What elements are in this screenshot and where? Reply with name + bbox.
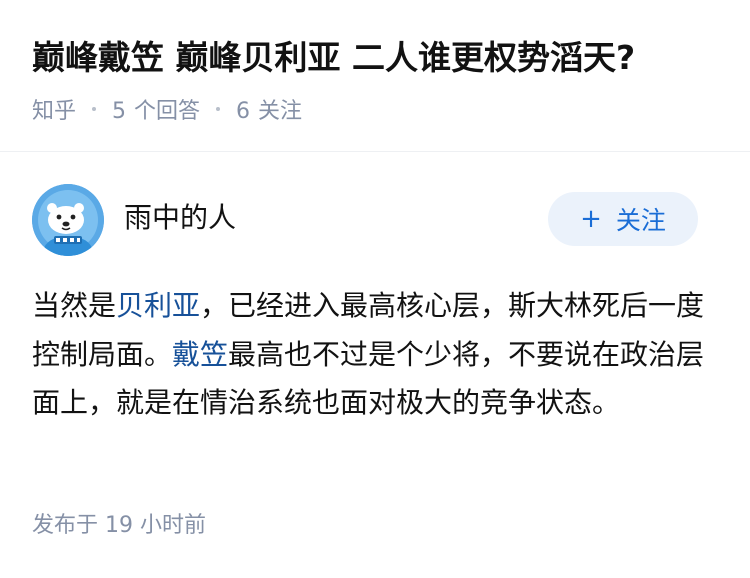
question-title[interactable]: 巅峰戴笠 巅峰贝利亚 二人谁更权势滔天?	[32, 32, 732, 84]
question-header: 巅峰戴笠 巅峰贝利亚 二人谁更权势滔天? 知乎 5 个回答 6 关注	[0, 0, 750, 150]
question-meta: 知乎 5 个回答 6 关注	[32, 92, 302, 126]
follower-count: 6	[236, 99, 251, 124]
follow-button[interactable]: + 关注	[548, 192, 698, 246]
cartoon-bear-avatar-icon	[32, 184, 104, 256]
publish-label: 发布于	[32, 513, 99, 538]
separator-dot	[92, 107, 97, 111]
publish-time-value: 19 小时前	[105, 513, 207, 538]
follower-count-link[interactable]: 6 关注	[236, 93, 302, 125]
follower-count-label: 关注	[258, 99, 303, 124]
author-name[interactable]: 雨中的人	[124, 198, 236, 238]
plus-icon: +	[580, 204, 602, 234]
answer-count: 5	[112, 99, 127, 124]
section-divider	[0, 151, 750, 152]
answer-text-part: 当然是	[32, 289, 117, 322]
separator-dot	[216, 107, 221, 111]
answer-count-link[interactable]: 5 个回答	[112, 93, 200, 125]
publish-time: 发布于 19 小时前	[32, 508, 206, 544]
answer-count-label: 个回答	[134, 99, 201, 124]
follow-button-label: 关注	[615, 206, 666, 235]
answer-content: 当然是贝利亚，已经进入最高核心层，斯大林死后一度控制局面。戴笠最高也不过是个少将…	[32, 282, 722, 428]
author-avatar[interactable]	[32, 184, 104, 256]
topic-link-beria[interactable]: 贝利亚	[116, 289, 200, 322]
topic-link-dai-li[interactable]: 戴笠	[172, 338, 228, 371]
source-label[interactable]: 知乎	[32, 93, 76, 125]
